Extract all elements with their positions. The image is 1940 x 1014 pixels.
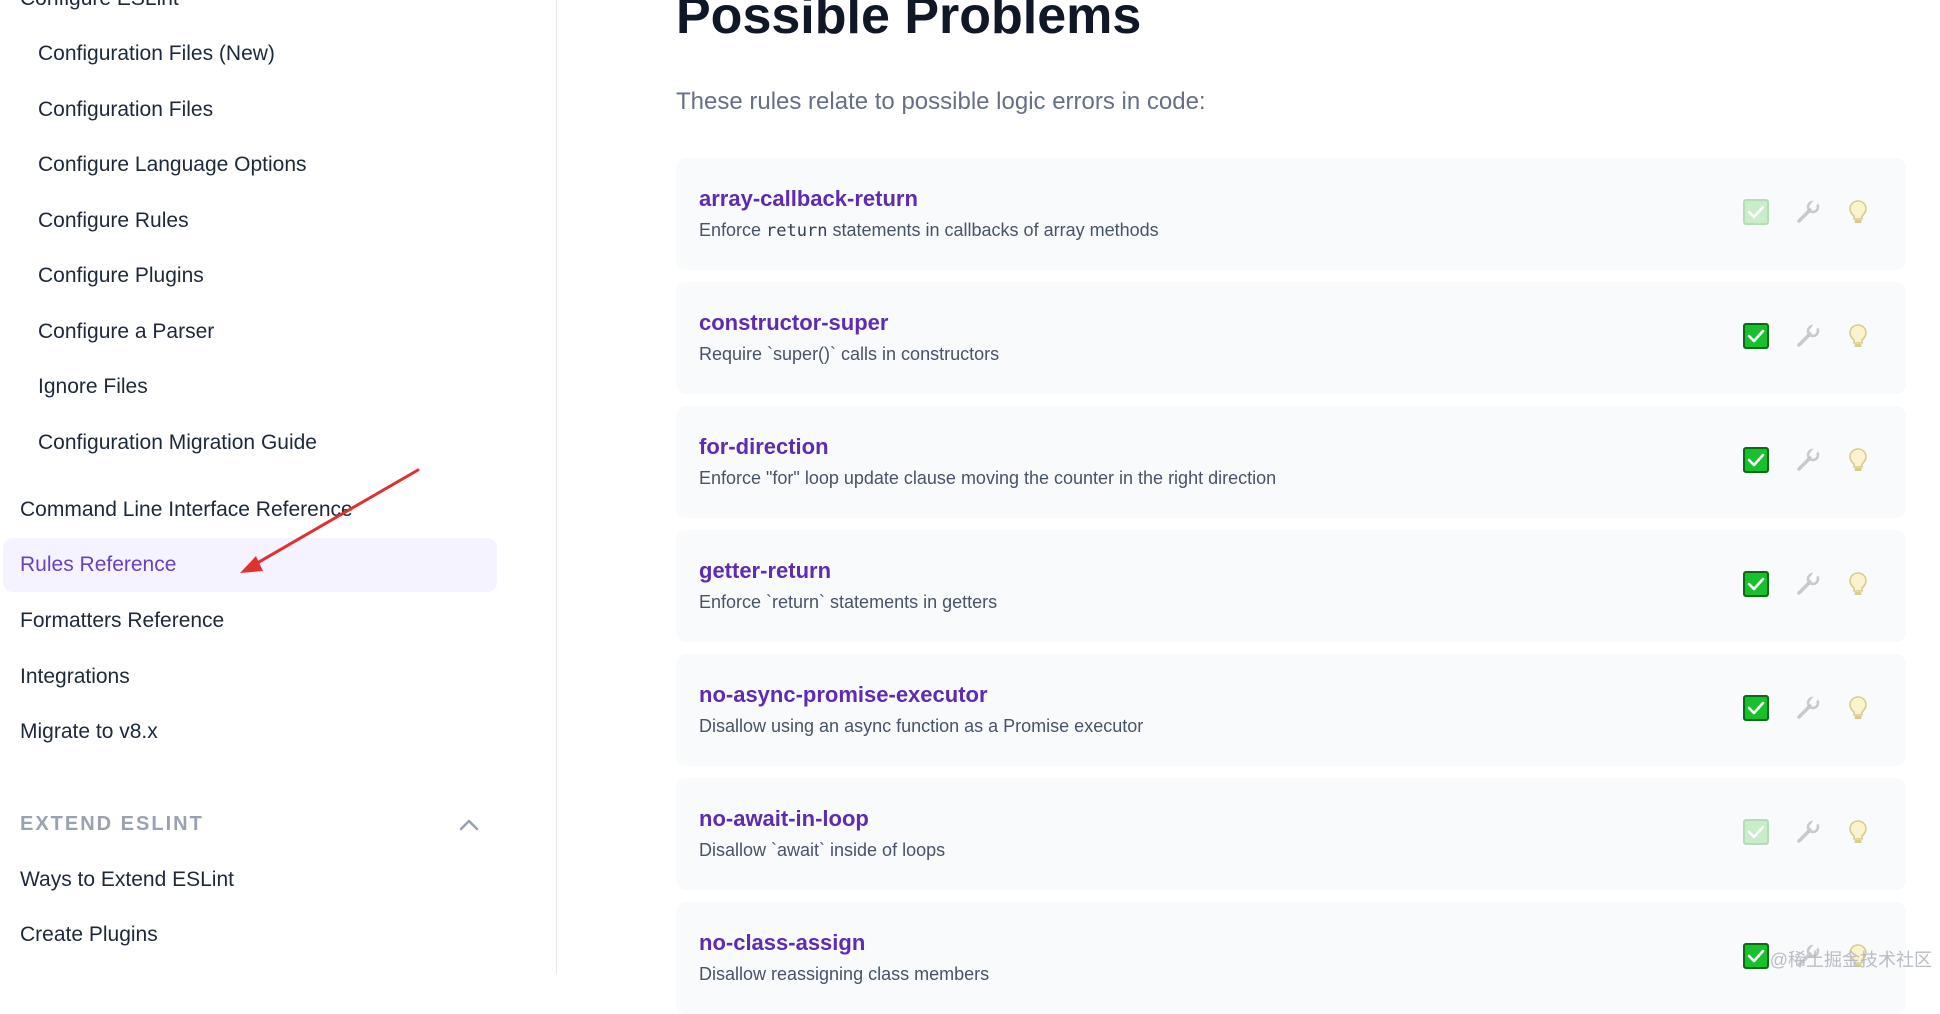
watermark-text: @稀土掘金技术社区	[1769, 950, 1932, 970]
sidebar-item-configuration-migration-guide[interactable]: Configuration Migration Guide	[38, 416, 317, 470]
lightbulb-icon	[1849, 572, 1867, 595]
sidebar-item-rules-reference[interactable]: Rules Reference	[3, 538, 497, 592]
section-lead: These rules relate to possible logic err…	[676, 88, 1206, 115]
rule-card: no-await-in-loop Disallow `await` inside …	[676, 778, 1906, 890]
sidebar-item-configure-rules[interactable]: Configure Rules	[38, 194, 189, 248]
sidebar-item-configure-a-parser[interactable]: Configure a Parser	[38, 305, 214, 359]
sidebar-item-configure-eslint[interactable]: Configure ESLint	[20, 0, 179, 26]
rule-name-link[interactable]: no-class-assign	[699, 930, 865, 956]
wrench-icon	[1797, 695, 1820, 719]
rule-description: Require `super()` calls in constructors	[699, 344, 999, 365]
rule-description-text: Require `super()` calls in constructors	[699, 344, 1000, 364]
rule-description-text: Enforce	[699, 220, 767, 240]
rule-card: getter-return Enforce `return` statements…	[676, 530, 1906, 642]
docs-sidebar: Configure ESLint Configuration Files (Ne…	[0, 0, 557, 974]
recommended-check-icon	[1743, 943, 1769, 969]
rule-description: Disallow reassigning class members	[699, 964, 989, 985]
rule-description: Enforce "for" loop update clause moving …	[699, 468, 1276, 489]
rule-card: no-class-assign Disallow reassigning clas…	[676, 902, 1906, 1014]
sidebar-item-ignore-files[interactable]: Ignore Files	[38, 360, 148, 414]
rule-card: constructor-super Require `super()` calls…	[676, 282, 1906, 394]
wrench-icon	[1797, 323, 1820, 347]
recommended-check-icon	[1743, 199, 1769, 225]
sidebar-item-configure-language-options[interactable]: Configure Language Options	[38, 138, 307, 192]
recommended-check-icon	[1743, 447, 1769, 473]
rule-name-link[interactable]: no-await-in-loop	[699, 806, 869, 832]
rule-name-link[interactable]: for-direction	[699, 434, 829, 460]
sidebar-item-ways-to-extend-eslint[interactable]: Ways to Extend ESLint	[20, 853, 234, 907]
sidebar-item-create-plugins[interactable]: Create Plugins	[20, 908, 158, 962]
recommended-check-icon	[1743, 323, 1769, 349]
rule-description-text: Enforce `return` statements in getters	[699, 592, 998, 612]
rule-card: for-direction Enforce "for" loop update c…	[676, 406, 1906, 518]
lightbulb-icon	[1849, 696, 1867, 719]
rule-description-code: return	[766, 221, 828, 241]
wrench-icon	[1797, 819, 1820, 843]
sidebar-item-configuration-files[interactable]: Configuration Files	[38, 83, 213, 137]
recommended-check-icon	[1743, 819, 1769, 845]
lightbulb-icon	[1849, 448, 1867, 471]
rule-name-link[interactable]: no-async-promise-executor	[699, 682, 988, 708]
rule-card: no-async-promise-executor Disallow using …	[676, 654, 1906, 766]
rule-description-text: Enforce "for" loop update clause moving …	[699, 468, 1277, 488]
sidebar-item-migrate-to-v8[interactable]: Migrate to v8.x	[20, 705, 158, 759]
sidebar-item-command-line-interface-reference[interactable]: Command Line Interface Reference	[20, 483, 353, 537]
wrench-icon	[1797, 571, 1820, 595]
lightbulb-icon	[1849, 324, 1867, 347]
wrench-icon	[1797, 447, 1820, 471]
rule-name-link[interactable]: getter-return	[699, 558, 831, 584]
rule-description-text: Disallow reassigning class members	[699, 964, 990, 984]
rule-name-link[interactable]: array-callback-return	[699, 186, 918, 212]
sidebar-item-formatters-reference[interactable]: Formatters Reference	[20, 594, 224, 648]
main-content: Possible Problems These rules relate to …	[557, 0, 1940, 1014]
rule-description-text: Disallow `await` inside of loops	[699, 840, 946, 860]
section-title-extend-eslint: EXTEND ESLINT	[20, 813, 204, 835]
rule-description: Enforce return statements in callbacks o…	[699, 220, 1159, 241]
rule-card: array-callback-return Enforce return stat…	[676, 158, 1906, 270]
recommended-check-icon	[1743, 571, 1769, 597]
rule-description-text: Disallow using an async function as a Pr…	[699, 716, 1144, 736]
rule-description-text: statements in callbacks of array methods	[827, 220, 1159, 240]
recommended-check-icon	[1743, 695, 1769, 721]
page-title: Possible Problems	[676, 0, 1142, 45]
rule-description: Enforce `return` statements in getters	[699, 592, 997, 613]
chevron-up-icon[interactable]	[456, 812, 482, 838]
rule-description: Disallow `await` inside of loops	[699, 840, 945, 861]
rule-description: Disallow using an async function as a Pr…	[699, 716, 1143, 737]
lightbulb-icon	[1849, 200, 1867, 223]
sidebar-item-configuration-files-new[interactable]: Configuration Files (New)	[38, 27, 275, 81]
sidebar-item-configure-plugins[interactable]: Configure Plugins	[38, 249, 204, 303]
sidebar-item-integrations[interactable]: Integrations	[20, 650, 130, 704]
rule-name-link[interactable]: constructor-super	[699, 310, 888, 336]
lightbulb-icon	[1849, 820, 1867, 843]
wrench-icon	[1797, 199, 1820, 223]
